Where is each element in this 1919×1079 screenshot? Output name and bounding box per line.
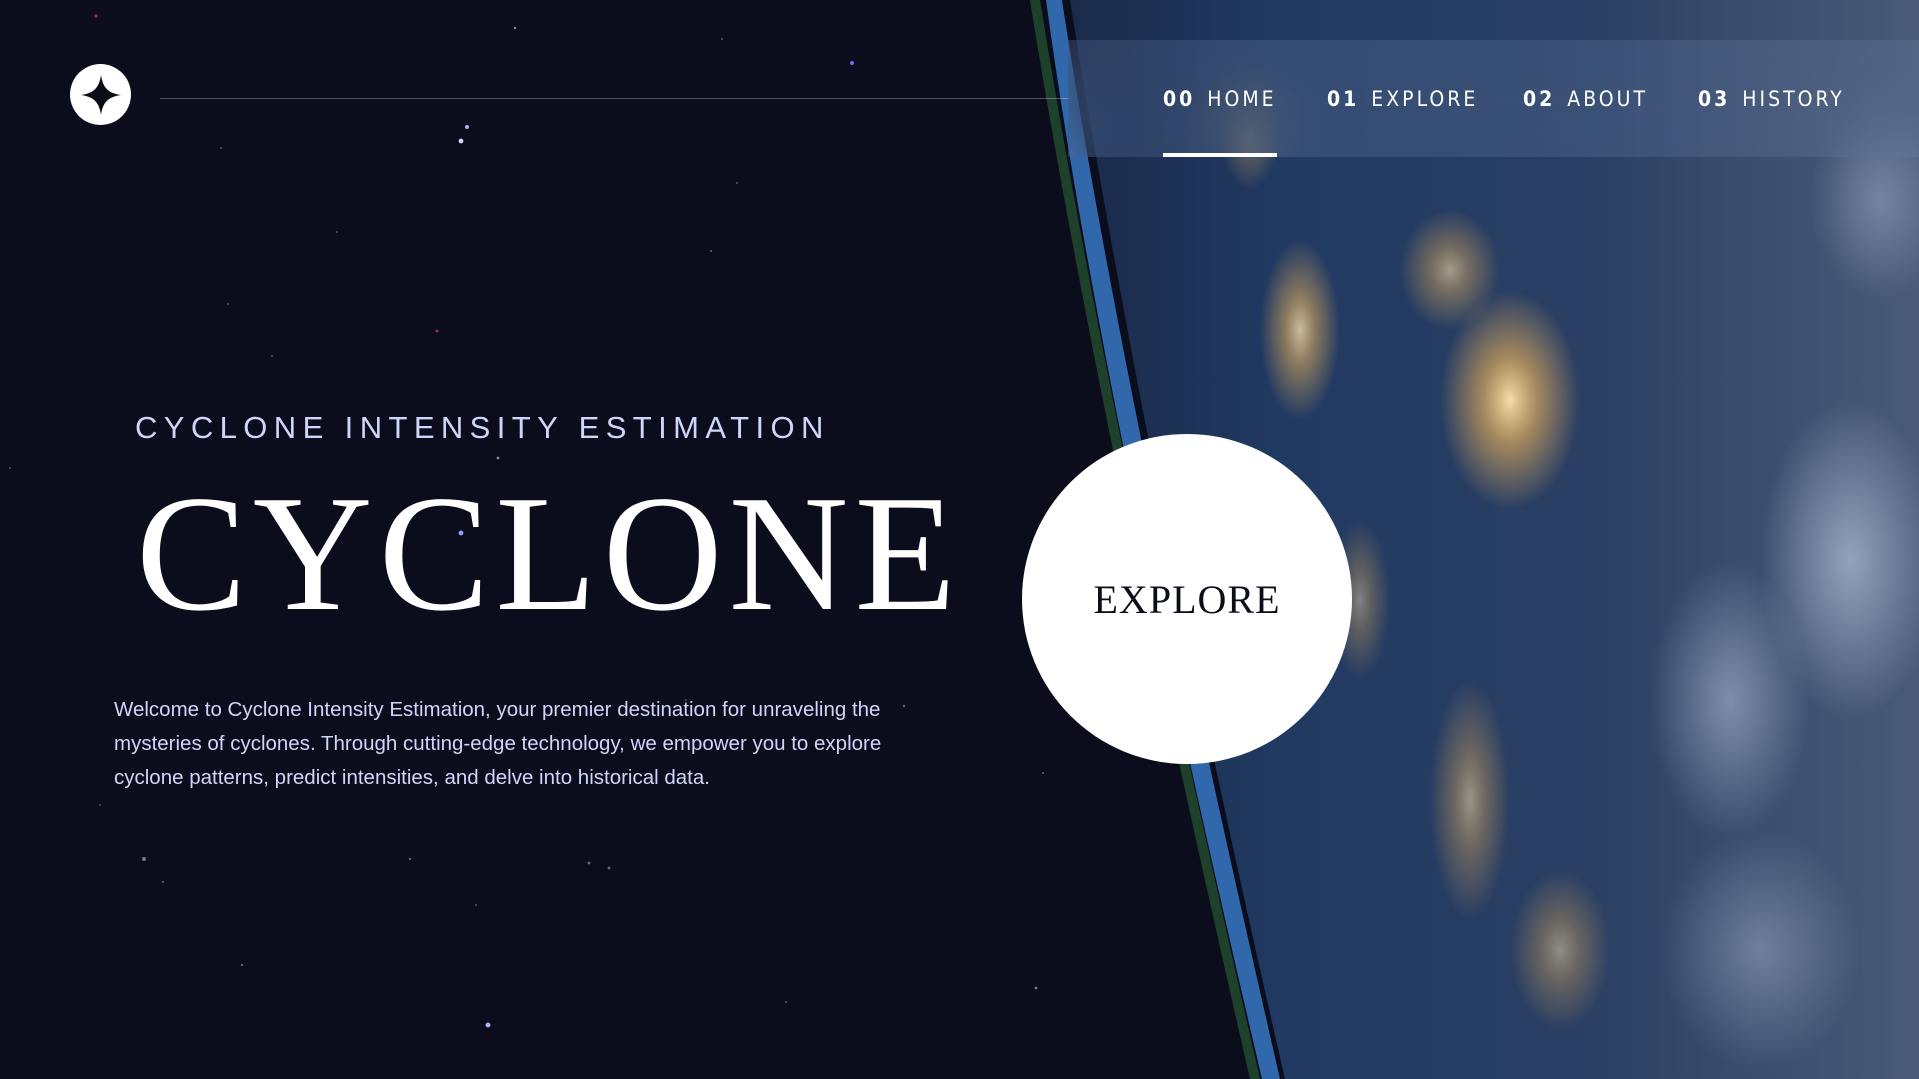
nav-item-about[interactable]: 02 ABOUT <box>1523 40 1648 157</box>
hero-description: Welcome to Cyclone Intensity Estimation,… <box>114 698 882 789</box>
nav-item-number: 01 <box>1327 86 1360 111</box>
four-point-star-icon <box>80 74 121 115</box>
nav-item-number: 03 <box>1698 86 1731 111</box>
header-divider <box>160 98 1070 99</box>
logo[interactable] <box>70 64 131 125</box>
nav-item-label: HOME <box>1207 86 1277 111</box>
nav-item-label: HISTORY <box>1742 86 1845 111</box>
hero-eyebrow: CYCLONE INTENSITY ESTIMATION <box>135 410 830 445</box>
nav-item-number: 00 <box>1163 86 1196 111</box>
explore-button[interactable]: EXPLORE <box>1022 434 1352 764</box>
nav-item-label: ABOUT <box>1567 86 1649 111</box>
nav-item-number: 02 <box>1523 86 1556 111</box>
hero-title: CYCLONE <box>136 461 962 645</box>
primary-nav: 00 HOME 01 EXPLORE 02 ABOUT 03 HISTORY <box>1068 40 1919 157</box>
nav-item-home[interactable]: 00 HOME <box>1163 40 1277 157</box>
nav-item-history[interactable]: 03 HISTORY <box>1698 40 1845 157</box>
nav-item-label: EXPLORE <box>1371 86 1479 111</box>
nav-item-explore[interactable]: 01 EXPLORE <box>1327 40 1478 157</box>
